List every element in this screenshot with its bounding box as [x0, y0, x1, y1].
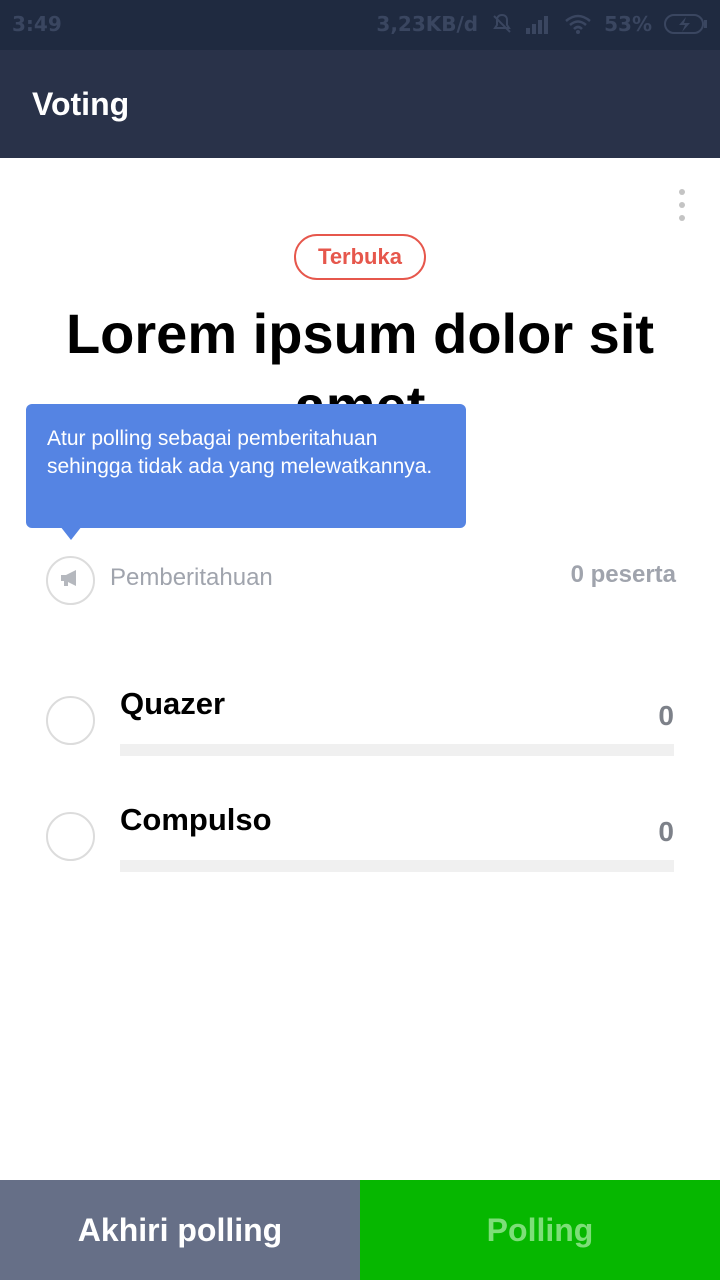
option-label: Quazer — [120, 686, 226, 721]
option-label: Compulso — [120, 802, 272, 837]
status-time: 3:49 — [12, 12, 62, 36]
announcement-tooltip[interactable]: Atur polling sebagai pemberitahuan sehin… — [26, 404, 466, 528]
status-badge: Terbuka — [294, 234, 426, 280]
wifi-icon — [564, 13, 592, 35]
announcement-toggle[interactable] — [46, 556, 95, 605]
app-bar: Voting — [0, 50, 720, 158]
option-progress-track — [120, 744, 674, 756]
poll-option[interactable]: Compulso 0 — [0, 802, 720, 914]
option-radio[interactable] — [46, 812, 95, 861]
vote-button[interactable]: Polling — [360, 1180, 720, 1280]
battery-charging-icon — [664, 13, 708, 35]
status-right: 3,23KB/d 53% — [376, 12, 708, 36]
megaphone-icon — [59, 568, 83, 593]
page-title: Voting — [32, 86, 130, 122]
status-bar: 3:49 3,23KB/d 53% — [0, 0, 720, 50]
participant-count: 0 peserta — [570, 561, 676, 588]
more-options-icon[interactable] — [666, 180, 698, 230]
poll-option[interactable]: Quazer 0 — [0, 686, 720, 798]
end-poll-button[interactable]: Akhiri polling — [0, 1180, 360, 1280]
signal-icon — [526, 14, 552, 34]
network-speed: 3,23KB/d — [376, 12, 479, 36]
notifications-off-icon — [490, 12, 514, 36]
battery-percent: 53% — [604, 12, 652, 36]
announcement-label[interactable]: Pemberitahuan — [110, 564, 273, 592]
option-progress-track — [120, 860, 674, 872]
option-vote-count: 0 — [658, 816, 674, 847]
option-radio[interactable] — [46, 696, 95, 745]
tooltip-arrow — [60, 526, 82, 540]
poll-title: Lorem ipsum dolor sit amet — [65, 302, 655, 410]
option-vote-count: 0 — [658, 700, 674, 731]
